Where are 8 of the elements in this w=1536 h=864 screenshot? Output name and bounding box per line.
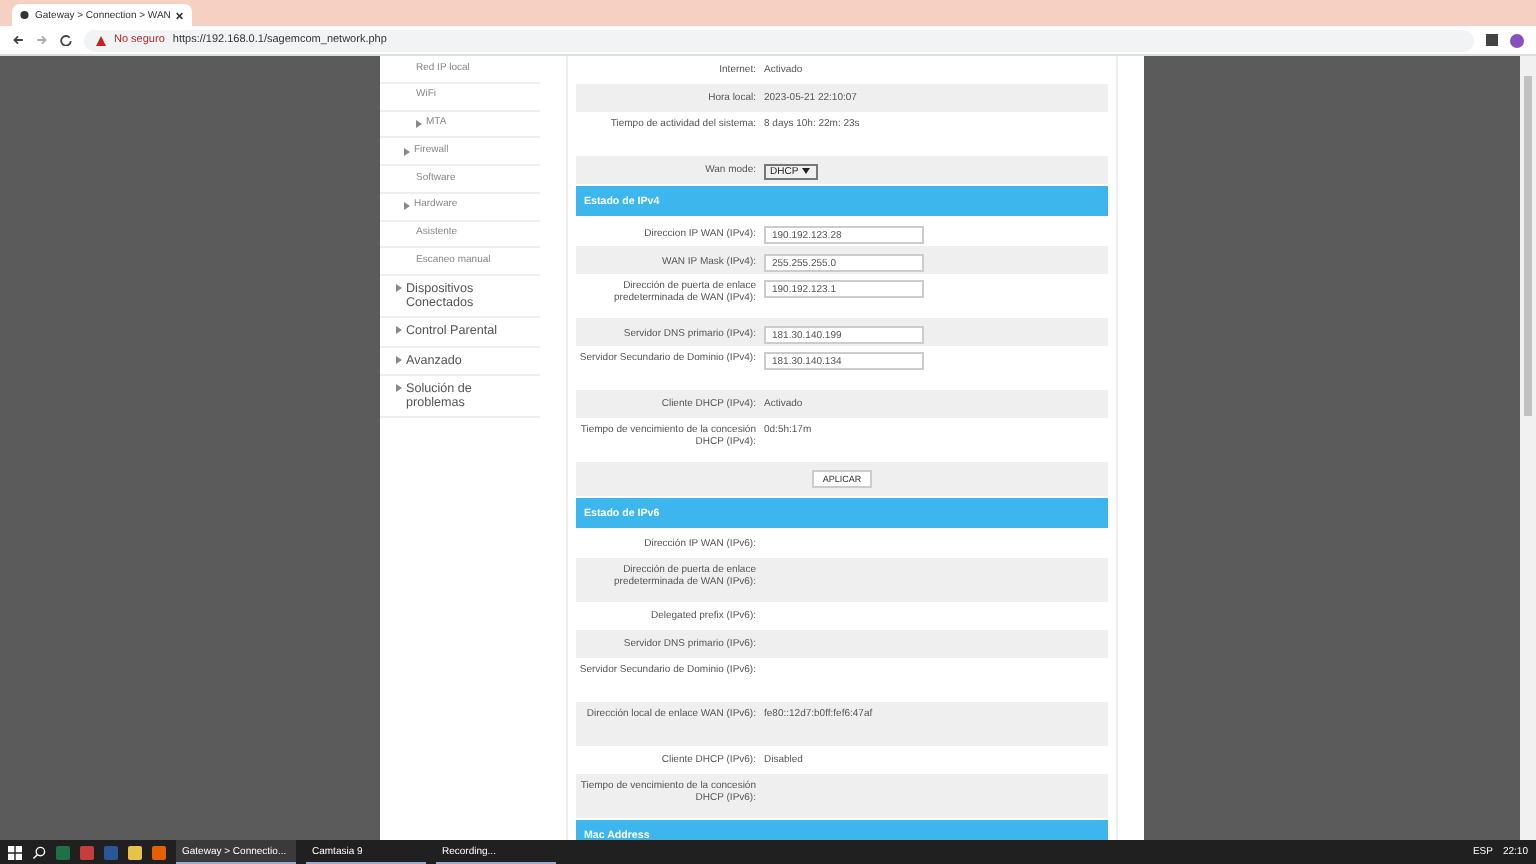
caret-icon [802, 168, 811, 174]
warning-icon [96, 35, 106, 45]
start-icon[interactable] [8, 845, 22, 859]
search-icon[interactable] [32, 845, 46, 859]
close-icon[interactable] [176, 11, 184, 19]
profile-icon[interactable] [1510, 33, 1524, 47]
back-icon[interactable] [12, 34, 24, 46]
reload-icon[interactable] [60, 34, 72, 46]
